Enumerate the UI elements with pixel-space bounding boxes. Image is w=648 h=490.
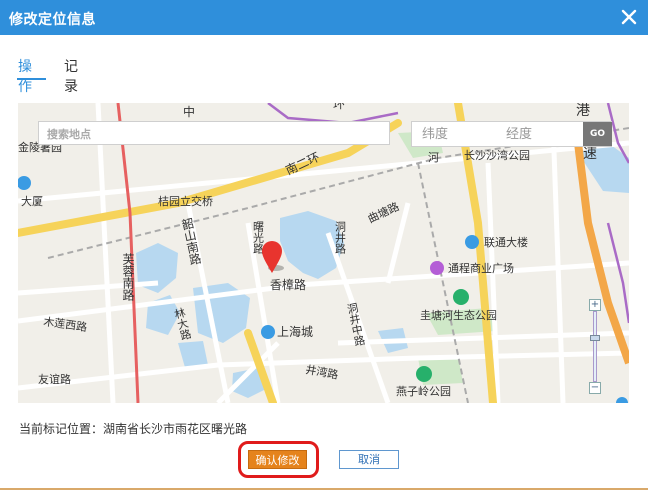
building-poi-icon xyxy=(465,235,479,249)
tab-records-label: 记录 xyxy=(64,59,78,95)
close-icon[interactable] xyxy=(618,6,640,28)
building-poi-icon xyxy=(261,325,275,339)
tab-operation-label: 操作 xyxy=(18,59,32,95)
longitude-input[interactable] xyxy=(498,122,583,146)
map-label: 木莲西路 xyxy=(43,315,88,334)
map-label: 韶山南路 xyxy=(179,215,203,267)
map-label: 河 xyxy=(428,151,439,164)
map-label: 友谊路 xyxy=(38,372,71,386)
tab-active-indicator xyxy=(17,78,46,80)
map-label: 上海城 xyxy=(277,324,313,339)
park-poi-icon xyxy=(453,289,469,305)
map-view[interactable]: 中 环 港 速 金陵暑园 大厦 桔园立交桥 南二环 长沙沙湾公园 河 芙蓉南路 … xyxy=(18,103,629,403)
confirm-button[interactable]: 确认修改 xyxy=(248,450,307,469)
map-label: 曲塘路 xyxy=(365,199,401,226)
latitude-input[interactable] xyxy=(412,122,498,146)
tab-records[interactable]: 记录 xyxy=(64,56,78,96)
map-canvas: 中 环 港 速 金陵暑园 大厦 桔园立交桥 南二环 长沙沙湾公园 河 芙蓉南路 … xyxy=(18,103,629,403)
map-label: 大厦 xyxy=(21,194,43,208)
map-label: 芙蓉南路 xyxy=(121,253,135,302)
location-marker-icon[interactable] xyxy=(262,241,284,273)
dialog-title: 修改定位信息 xyxy=(9,12,96,28)
zoom-control: + − xyxy=(589,299,601,394)
tab-operation[interactable]: 操作 xyxy=(17,56,46,96)
go-button[interactable]: GO xyxy=(583,122,612,146)
cancel-button[interactable]: 取消 xyxy=(339,450,399,469)
zoom-in-button[interactable]: + xyxy=(589,299,601,311)
current-location-text: 当前标记位置：湖南省长沙市雨花区曙光路 xyxy=(19,422,248,436)
map-label: 通程商业广场 xyxy=(448,261,514,275)
park-poi-icon xyxy=(416,366,432,382)
building-poi-icon xyxy=(18,176,31,190)
map-label: 联通大楼 xyxy=(484,235,528,249)
map-label: 桔园立交桥 xyxy=(158,194,213,208)
latlng-box: GO xyxy=(411,121,612,147)
map-search-box[interactable] xyxy=(38,121,390,145)
map-label: 林大路 xyxy=(171,305,193,342)
dialog-titlebar: 修改定位信息 xyxy=(0,0,648,35)
map-label: 环 xyxy=(333,103,345,111)
map-label: 燕子岭公园 xyxy=(396,384,451,398)
map-label: 中 xyxy=(183,104,195,119)
map-label: 长沙沙湾公园 xyxy=(464,148,530,162)
zoom-slider-thumb[interactable] xyxy=(590,335,600,341)
map-label: 速 xyxy=(583,146,597,162)
building-poi-icon xyxy=(616,397,628,403)
map-search-input[interactable] xyxy=(45,123,389,145)
map-label: 香樟路 xyxy=(270,277,306,292)
zoom-out-button[interactable]: − xyxy=(589,382,601,394)
zoom-slider-track[interactable] xyxy=(593,311,597,382)
map-label: 洞井路 xyxy=(334,221,347,255)
shopping-poi-icon xyxy=(430,261,444,275)
map-label: 井湾路 xyxy=(304,362,339,382)
map-label: 港 xyxy=(576,103,590,119)
map-label: 圭塘河生态公园 xyxy=(420,308,497,322)
